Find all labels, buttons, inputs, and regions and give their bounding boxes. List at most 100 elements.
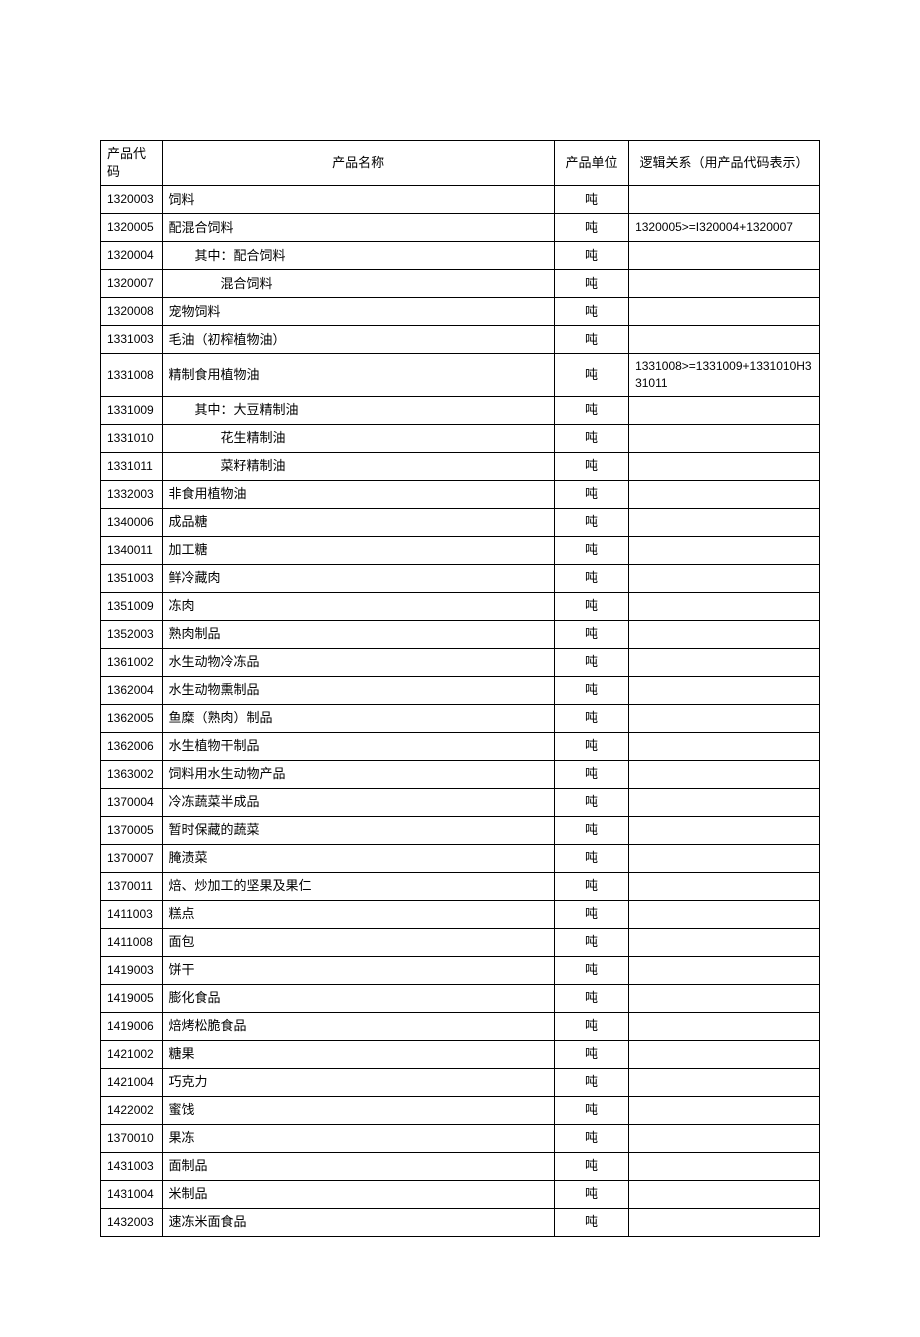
cell-name-text: 面制品 bbox=[169, 1158, 208, 1173]
table-row: 1340011加工糖吨 bbox=[101, 536, 820, 564]
table-row: 1320003饲料吨 bbox=[101, 186, 820, 214]
cell-name-text: 果冻 bbox=[169, 1130, 195, 1145]
cell-logic bbox=[629, 536, 820, 564]
cell-code: 1331011 bbox=[101, 452, 163, 480]
table-row: 1421004巧克力吨 bbox=[101, 1068, 820, 1096]
cell-name: 配混合饲料 bbox=[162, 214, 554, 242]
cell-name: 巧克力 bbox=[162, 1068, 554, 1096]
cell-unit: 吨 bbox=[554, 242, 628, 270]
cell-name-text: 鱼糜（熟肉）制品 bbox=[169, 710, 273, 725]
table-row: 1351009冻肉吨 bbox=[101, 592, 820, 620]
cell-logic bbox=[629, 760, 820, 788]
cell-name: 焙、炒加工的坚果及果仁 bbox=[162, 872, 554, 900]
table-row: 1332003非食用植物油吨 bbox=[101, 480, 820, 508]
cell-logic bbox=[629, 1068, 820, 1096]
cell-code: 1351009 bbox=[101, 592, 163, 620]
table-row: 1370004冷冻蔬菜半成品吨 bbox=[101, 788, 820, 816]
cell-name-text: 花生精制油 bbox=[169, 430, 286, 445]
cell-code: 1362005 bbox=[101, 704, 163, 732]
cell-unit: 吨 bbox=[554, 872, 628, 900]
cell-unit: 吨 bbox=[554, 984, 628, 1012]
cell-name: 花生精制油 bbox=[162, 424, 554, 452]
table-row: 1320007混合饲料吨 bbox=[101, 270, 820, 298]
product-table: 产品代码 产品名称 产品单位 逻辑关系（用产品代码表示） 1320003饲料吨1… bbox=[100, 140, 820, 1237]
cell-name-text: 熟肉制品 bbox=[169, 626, 221, 641]
cell-name-text: 毛油（初榨植物油） bbox=[169, 332, 286, 347]
cell-name-text: 巧克力 bbox=[169, 1074, 208, 1089]
cell-code: 1331003 bbox=[101, 326, 163, 354]
cell-code: 1351003 bbox=[101, 564, 163, 592]
cell-logic bbox=[629, 564, 820, 592]
table-row: 1340006成品糖吨 bbox=[101, 508, 820, 536]
cell-logic bbox=[629, 732, 820, 760]
cell-name: 混合饲料 bbox=[162, 270, 554, 298]
cell-code: 1320007 bbox=[101, 270, 163, 298]
cell-unit: 吨 bbox=[554, 564, 628, 592]
cell-unit: 吨 bbox=[554, 1124, 628, 1152]
cell-name: 饼干 bbox=[162, 956, 554, 984]
cell-name-text: 冷冻蔬菜半成品 bbox=[169, 794, 260, 809]
cell-code: 1340011 bbox=[101, 536, 163, 564]
cell-unit: 吨 bbox=[554, 900, 628, 928]
cell-name: 水生植物干制品 bbox=[162, 732, 554, 760]
cell-name: 精制食用植物油 bbox=[162, 354, 554, 397]
cell-name-text: 冻肉 bbox=[169, 598, 195, 613]
cell-code: 1320004 bbox=[101, 242, 163, 270]
cell-unit: 吨 bbox=[554, 788, 628, 816]
cell-logic bbox=[629, 928, 820, 956]
cell-name-text: 糕点 bbox=[169, 906, 195, 921]
cell-name: 熟肉制品 bbox=[162, 620, 554, 648]
cell-code: 1320003 bbox=[101, 186, 163, 214]
cell-name-text: 混合饲料 bbox=[169, 276, 273, 291]
table-row: 1331003毛油（初榨植物油）吨 bbox=[101, 326, 820, 354]
cell-code: 1361002 bbox=[101, 648, 163, 676]
cell-unit: 吨 bbox=[554, 844, 628, 872]
cell-code: 1362004 bbox=[101, 676, 163, 704]
cell-code: 1370011 bbox=[101, 872, 163, 900]
cell-code: 1411003 bbox=[101, 900, 163, 928]
table-row: 1331009其中：大豆精制油吨 bbox=[101, 396, 820, 424]
header-logic: 逻辑关系（用产品代码表示） bbox=[629, 141, 820, 186]
cell-name: 腌渍菜 bbox=[162, 844, 554, 872]
cell-code: 1352003 bbox=[101, 620, 163, 648]
cell-logic bbox=[629, 508, 820, 536]
header-code: 产品代码 bbox=[101, 141, 163, 186]
header-unit: 产品单位 bbox=[554, 141, 628, 186]
cell-name-text: 暂时保藏的蔬菜 bbox=[169, 822, 260, 837]
table-row: 1419005 膨化食品 吨 bbox=[101, 984, 820, 1012]
cell-name-text: 加工糖 bbox=[169, 542, 208, 557]
cell-unit: 吨 bbox=[554, 732, 628, 760]
cell-logic bbox=[629, 480, 820, 508]
cell-name-text: 蜜饯 bbox=[169, 1102, 195, 1117]
table-row: 1370010果冻吨 bbox=[101, 1124, 820, 1152]
cell-name-text: 菜籽精制油 bbox=[169, 458, 286, 473]
cell-name: 面包 bbox=[162, 928, 554, 956]
table-row: 1363002饲料用水生动物产品吨 bbox=[101, 760, 820, 788]
cell-logic bbox=[629, 844, 820, 872]
cell-name: 其中：大豆精制油 bbox=[162, 396, 554, 424]
cell-logic bbox=[629, 242, 820, 270]
cell-unit: 吨 bbox=[554, 704, 628, 732]
cell-logic bbox=[629, 326, 820, 354]
cell-name-text: 膨化食品 bbox=[169, 990, 221, 1005]
cell-code: 1432003 bbox=[101, 1208, 163, 1236]
table-row: 1331010花生精制油吨 bbox=[101, 424, 820, 452]
cell-logic bbox=[629, 1040, 820, 1068]
cell-name-text: 面包 bbox=[169, 934, 195, 949]
cell-logic bbox=[629, 1208, 820, 1236]
cell-code: 1419005 bbox=[101, 984, 163, 1012]
cell-unit: 吨 bbox=[554, 424, 628, 452]
cell-name-text: 水生动物熏制品 bbox=[169, 682, 260, 697]
cell-logic bbox=[629, 676, 820, 704]
cell-unit: 吨 bbox=[554, 452, 628, 480]
cell-code: 1340006 bbox=[101, 508, 163, 536]
table-row: 1431004米制品吨 bbox=[101, 1180, 820, 1208]
cell-name: 饲料 bbox=[162, 186, 554, 214]
cell-name: 鱼糜（熟肉）制品 bbox=[162, 704, 554, 732]
cell-unit: 吨 bbox=[554, 508, 628, 536]
table-row: 1352003熟肉制品吨 bbox=[101, 620, 820, 648]
cell-name: 焙烤松脆食品 bbox=[162, 1012, 554, 1040]
table-header-row: 产品代码 产品名称 产品单位 逻辑关系（用产品代码表示） bbox=[101, 141, 820, 186]
cell-logic bbox=[629, 872, 820, 900]
cell-unit: 吨 bbox=[554, 648, 628, 676]
